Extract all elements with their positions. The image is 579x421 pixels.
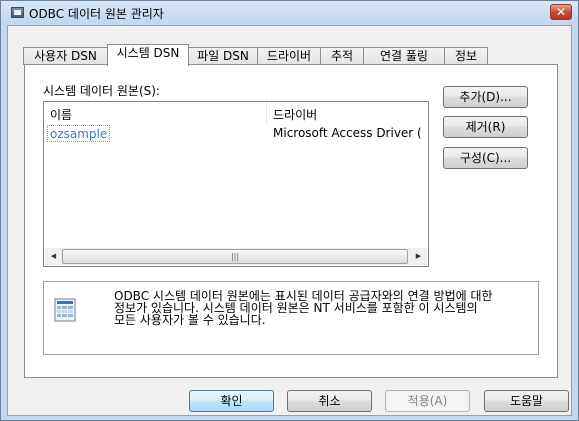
scroll-thumb[interactable]: ||| xyxy=(62,249,408,264)
list-header: 이름 드라이버 xyxy=(44,102,428,124)
odbc-app-icon xyxy=(11,7,24,18)
data-source-driver: Microsoft Access Driver ( xyxy=(273,126,422,140)
tab-drivers[interactable]: 드라이버 xyxy=(257,47,321,65)
tab-system-dsn[interactable]: 시스템 DSN xyxy=(107,44,189,66)
tab-about[interactable]: 정보 xyxy=(444,47,488,65)
add-button[interactable]: 추가(D)... xyxy=(443,86,528,108)
window-title: ODBC 데이터 원본 관리자 xyxy=(29,7,164,21)
tab-user-dsn[interactable]: 사용자 DSN xyxy=(23,47,108,65)
column-header-driver[interactable]: 드라이버 xyxy=(273,106,317,123)
database-document-icon xyxy=(54,298,76,322)
scroll-left-icon[interactable]: ◀ xyxy=(45,248,62,265)
close-button[interactable]: ✕ xyxy=(550,4,572,20)
remove-button[interactable]: 제거(R) xyxy=(443,116,528,138)
info-box: ODBC 시스템 데이터 원본에는 표시된 데이터 공급자와의 연결 방법에 대… xyxy=(43,281,539,355)
configure-button[interactable]: 구성(C)... xyxy=(443,147,528,169)
title-bar[interactable]: ODBC 데이터 원본 관리자 ✕ xyxy=(1,1,578,25)
tab-file-dsn[interactable]: 파일 DSN xyxy=(188,47,258,65)
tab-connection-pooling[interactable]: 연결 풀링 xyxy=(363,47,445,65)
tab-tracing[interactable]: 추적 xyxy=(320,47,364,65)
horizontal-scrollbar[interactable]: ◀ ||| ▶ xyxy=(45,248,427,265)
info-description: ODBC 시스템 데이터 원본에는 표시된 데이터 공급자와의 연결 방법에 대… xyxy=(114,289,493,327)
cancel-button[interactable]: 취소 xyxy=(287,390,372,412)
scroll-right-icon[interactable]: ▶ xyxy=(410,248,427,265)
help-button[interactable]: 도움말 xyxy=(484,390,569,412)
ok-button[interactable]: 확인 xyxy=(189,390,274,412)
column-divider[interactable] xyxy=(266,102,267,124)
list-item[interactable]: ozsample Microsoft Access Driver ( xyxy=(47,125,427,142)
apply-button[interactable]: 적용(A) xyxy=(385,390,470,412)
data-source-list[interactable]: 이름 드라이버 ozsample Microsoft Access Driver… xyxy=(43,101,429,267)
data-source-name[interactable]: ozsample xyxy=(47,125,111,142)
system-data-sources-label: 시스템 데이터 원본(S): xyxy=(43,84,160,98)
column-header-name[interactable]: 이름 xyxy=(50,106,72,123)
